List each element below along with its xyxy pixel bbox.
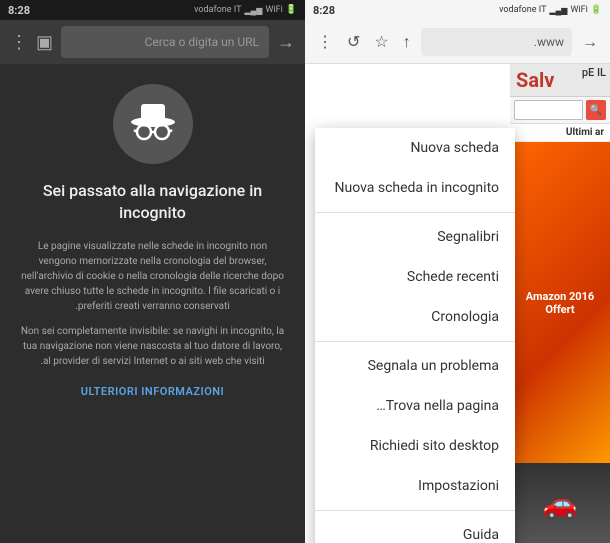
left-status-bar: 8:28 vodafone IT ▂▄▆ WiFi 🔋 bbox=[0, 0, 305, 20]
left-signal-icon: ▂▄▆ bbox=[244, 6, 262, 15]
left-go-button[interactable]: → bbox=[277, 32, 295, 53]
left-url-placeholder: Cerca o digita un URL bbox=[145, 35, 259, 49]
car-image-icon: 🚗 bbox=[543, 487, 578, 520]
left-time: 8:28 bbox=[8, 4, 30, 17]
site-header-strip: Salv bbox=[510, 64, 610, 97]
left-tabs-icon[interactable]: ▣ bbox=[36, 32, 53, 53]
right-time: 8:28 bbox=[313, 4, 335, 17]
site-search-field[interactable] bbox=[514, 100, 583, 120]
right-network: vodafone IT bbox=[499, 5, 546, 15]
right-status-bar: 8:28 vodafone IT ▂▄▆ WiFi 🔋 bbox=[305, 0, 610, 20]
menu-item-guide[interactable]: Guida bbox=[315, 515, 515, 543]
menu-item-new-tab[interactable]: Nuova scheda bbox=[315, 128, 515, 168]
incognito-body2: Non sei completamente invisibile: se nav… bbox=[20, 324, 285, 369]
incognito-title: Sei passato alla navigazione in incognit… bbox=[20, 180, 285, 225]
right-signal-icon: ▂▄▆ bbox=[549, 6, 567, 15]
left-battery-icon: 🔋 bbox=[286, 5, 297, 15]
left-network: vodafone IT bbox=[194, 5, 241, 15]
left-url-bar[interactable]: Cerca o digita un URL bbox=[61, 26, 269, 58]
right-status-icons: vodafone IT ▂▄▆ WiFi 🔋 bbox=[499, 5, 602, 15]
menu-item-incognito-tab[interactable]: Nuova scheda in incognito bbox=[315, 168, 515, 208]
right-url-text: www. bbox=[534, 35, 564, 49]
left-status-icons: vodafone IT ▂▄▆ WiFi 🔋 bbox=[194, 5, 297, 15]
right-share-icon[interactable]: ↑ bbox=[399, 28, 415, 56]
menu-item-bookmarks[interactable]: Segnalibri bbox=[315, 217, 515, 257]
right-menu-icon[interactable]: ⋮ bbox=[313, 28, 337, 55]
incognito-icon bbox=[113, 84, 193, 164]
right-wifi-icon: WiFi bbox=[570, 5, 587, 15]
right-panel: 8:28 vodafone IT ▂▄▆ WiFi 🔋 ⋮ ↺ ☆ ↑ www.… bbox=[305, 0, 610, 543]
left-wifi-icon: WiFi bbox=[265, 5, 282, 15]
menu-divider-2 bbox=[315, 341, 515, 342]
site-content-behind: Salv 🔍 Ultimi ar Amazon 2016 Offert 🚗 bbox=[510, 64, 610, 543]
site-section-title: Ultimi ar bbox=[510, 124, 610, 142]
incognito-svg bbox=[128, 100, 178, 148]
right-go-button[interactable]: → bbox=[578, 28, 602, 56]
incognito-content: Sei passato alla navigazione in incognit… bbox=[0, 64, 305, 543]
dropdown-menu: Nuova scheda Nuova scheda in incognito S… bbox=[315, 128, 515, 543]
menu-item-recent-tabs[interactable]: Schede recenti bbox=[315, 257, 515, 297]
site-bottom-image: 🚗 bbox=[510, 463, 610, 543]
right-back-icon[interactable]: ↺ bbox=[343, 28, 364, 55]
right-content-area: Nuova scheda Nuova scheda in incognito S… bbox=[305, 64, 610, 543]
search-icon: 🔍 bbox=[590, 105, 602, 116]
right-battery-icon: 🔋 bbox=[591, 5, 602, 15]
site-search-button[interactable]: 🔍 bbox=[586, 100, 606, 120]
site-promo-text: Amazon 2016 Offert bbox=[516, 290, 604, 316]
right-star-icon[interactable]: ☆ bbox=[370, 28, 392, 55]
incognito-learn-more-link[interactable]: ULTERIORI INFORMAZIONI bbox=[81, 385, 224, 398]
right-url-bar[interactable]: www. bbox=[421, 28, 572, 56]
left-menu-icon[interactable]: ⋮ bbox=[10, 32, 28, 53]
left-toolbar: ⋮ ▣ Cerca o digita un URL → bbox=[0, 20, 305, 64]
right-toolbar: ⋮ ↺ ☆ ↑ www. → bbox=[305, 20, 610, 64]
site-search-area: 🔍 bbox=[510, 97, 610, 124]
menu-item-report[interactable]: Segnala un problema bbox=[315, 346, 515, 386]
site-promo-banner: Amazon 2016 Offert bbox=[510, 142, 610, 463]
menu-item-find[interactable]: Trova nella pagina… bbox=[315, 386, 515, 426]
menu-item-settings[interactable]: Impostazioni bbox=[315, 466, 515, 506]
menu-item-desktop-site[interactable]: Richiedi sito desktop bbox=[315, 426, 515, 466]
left-panel: 8:28 vodafone IT ▂▄▆ WiFi 🔋 ⋮ ▣ Cerca o … bbox=[0, 0, 305, 543]
menu-item-history[interactable]: Cronologia bbox=[315, 297, 515, 337]
incognito-hat-icon bbox=[128, 100, 178, 148]
incognito-body1: Le pagine visualizzate nelle schede in i… bbox=[20, 239, 285, 314]
menu-divider-3 bbox=[315, 510, 515, 511]
site-logo: Salv bbox=[516, 68, 554, 92]
menu-divider-1 bbox=[315, 212, 515, 213]
